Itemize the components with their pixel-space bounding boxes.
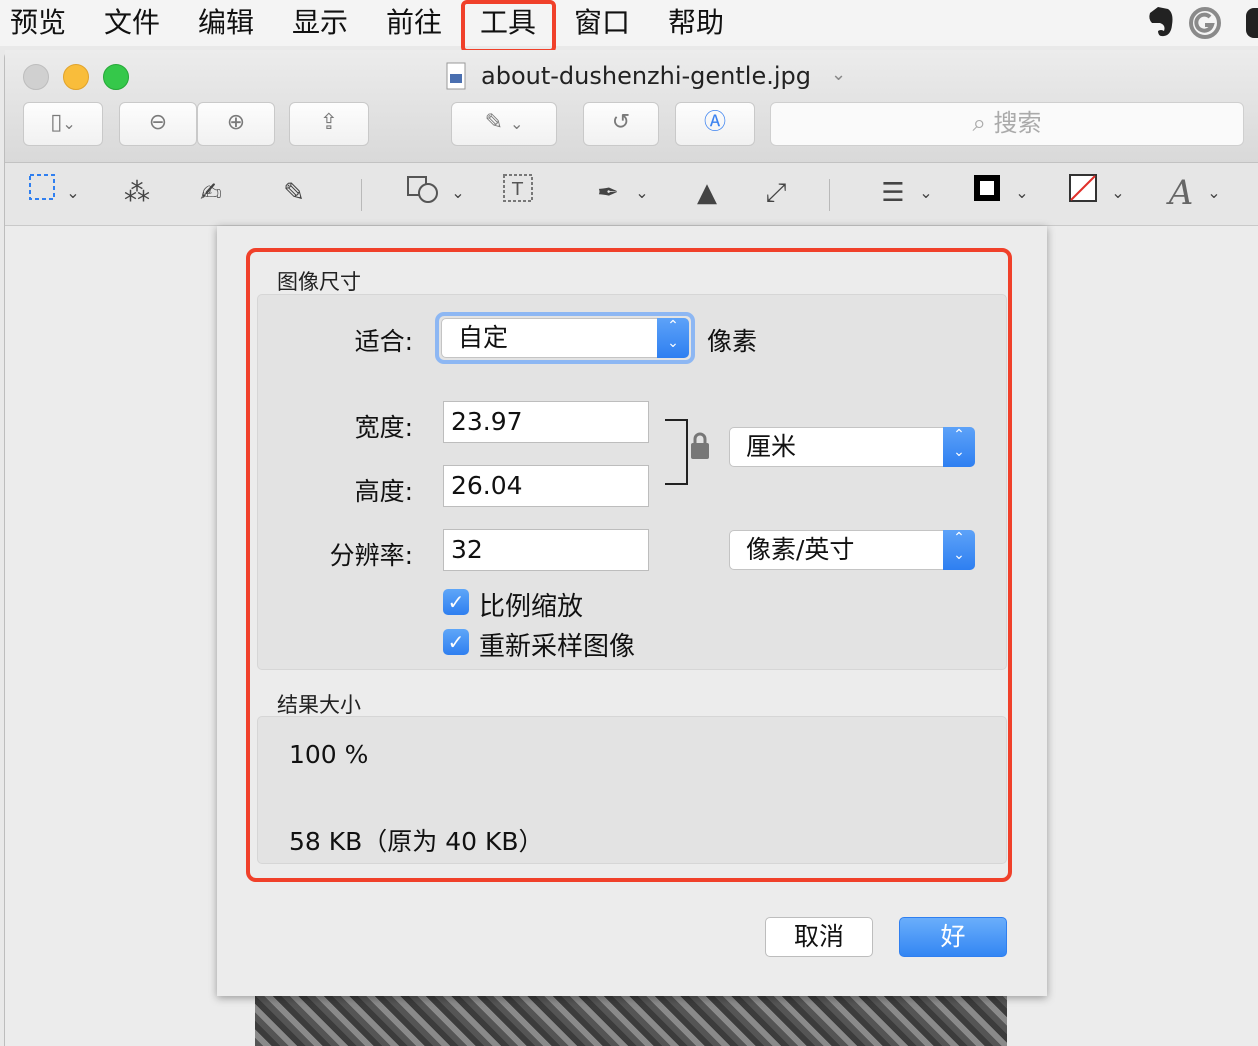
prism-icon: ▲	[697, 178, 717, 208]
magic-wand-icon: ⁂	[124, 178, 150, 208]
highlight-button[interactable]: ✎ ⌄	[451, 102, 557, 146]
shapes-button[interactable]	[405, 173, 441, 213]
sketch-icon: ✍	[200, 178, 222, 208]
adjust-size-button[interactable]: ⤢	[759, 173, 793, 213]
zoom-in-button[interactable]: ⊕	[197, 102, 275, 146]
partial-icon	[1246, 8, 1258, 38]
chevron-down-icon[interactable]: ⌄	[831, 64, 846, 85]
document-image	[255, 996, 1007, 1046]
border-color-icon	[974, 175, 1000, 201]
markup-toolbar-button[interactable]: Ⓐ	[675, 102, 755, 146]
border-color-button[interactable]	[971, 173, 1003, 213]
menu-window[interactable]: 窗口	[574, 4, 630, 42]
menu-go[interactable]: 前往	[386, 4, 442, 42]
title-bar: about-dushenzhi-gentle.jpg ⌄ ▯⌄ ⊖ ⊕ ⇪ ✎ …	[5, 50, 1258, 163]
share-icon: ⇪	[319, 110, 339, 135]
menu-bar: 预览 文件 编辑 显示 前往 工具 窗口 帮助	[0, 0, 1258, 53]
chevron-down-icon[interactable]: ⌄	[631, 173, 653, 213]
ok-button[interactable]: 好	[899, 917, 1007, 957]
chevron-down-icon: ⌄	[62, 114, 76, 133]
grammarly-icon[interactable]	[1188, 6, 1222, 40]
fill-color-button[interactable]	[1067, 173, 1099, 213]
sketch-button[interactable]: ✍	[189, 173, 233, 213]
chevron-down-icon[interactable]: ⌄	[1107, 173, 1129, 213]
menu-edit[interactable]: 编辑	[198, 4, 254, 42]
toolbar-divider	[361, 179, 362, 211]
adjust-color-button[interactable]: ▲	[685, 173, 729, 213]
menu-view[interactable]: 显示	[292, 4, 348, 42]
font-icon: A	[1168, 173, 1194, 213]
rect-selection-button[interactable]	[27, 173, 57, 213]
text-box-icon: T	[503, 174, 533, 202]
search-icon: ⌕	[972, 109, 986, 137]
dialog-highlight-box	[246, 248, 1012, 882]
window-title[interactable]: about-dushenzhi-gentle.jpg	[481, 58, 811, 94]
adjust-size-dialog: 图像尺寸 适合: 自定 ⌃ ⌄ 像素 宽度: 23.97 高度: 26.04 厘米…	[217, 226, 1047, 996]
rotate-button[interactable]: ↺	[583, 102, 659, 146]
chevron-down-icon[interactable]: ⌄	[447, 173, 469, 213]
signature-button[interactable]: ✒	[581, 173, 635, 213]
menu-file[interactable]: 文件	[104, 4, 160, 42]
chevron-down-icon: ⌄	[510, 114, 524, 133]
draw-icon: ✎	[283, 178, 305, 208]
zoom-out-icon: ⊖	[148, 110, 168, 135]
markup-icon: Ⓐ	[703, 110, 726, 135]
markup-toolbar: ⌄ ⁂ ✍ ✎ ⌄ T ✒ ⌄ ▲ ⤢ ☰ ⌄ ⌄ ⌄ A ⌄	[5, 163, 1258, 226]
search-field[interactable]: ⌕ 搜索	[770, 102, 1244, 146]
shapes-icon	[407, 176, 438, 203]
highlighter-icon: ✎	[484, 110, 504, 135]
jpg-file-icon	[446, 62, 466, 90]
toolbar-divider	[829, 179, 830, 211]
minimize-button[interactable]	[63, 64, 89, 90]
sidebar-button[interactable]: ▯⌄	[23, 102, 103, 146]
search-placeholder: 搜索	[993, 109, 1042, 137]
cancel-button[interactable]: 取消	[765, 917, 873, 957]
share-button[interactable]: ⇪	[289, 102, 369, 146]
evernote-icon[interactable]	[1144, 5, 1176, 39]
rotate-icon: ↺	[611, 110, 631, 135]
svg-text:T: T	[511, 179, 524, 200]
zoom-button[interactable]	[103, 64, 129, 90]
text-style-button[interactable]: A	[1165, 173, 1197, 213]
close-button[interactable]	[23, 64, 49, 90]
instant-alpha-button[interactable]: ⁂	[117, 173, 157, 213]
shape-style-button[interactable]: ☰	[877, 173, 909, 213]
draw-button[interactable]: ✎	[269, 173, 319, 213]
chevron-down-icon[interactable]: ⌄	[61, 173, 85, 213]
fill-color-icon	[1069, 174, 1097, 202]
text-box-button[interactable]: T	[501, 173, 535, 213]
rect-selection-icon	[29, 174, 55, 200]
line-style-icon: ☰	[881, 178, 905, 208]
menu-preview[interactable]: 预览	[10, 4, 66, 42]
tools-highlight-box	[461, 0, 556, 53]
chevron-down-icon[interactable]: ⌄	[1203, 173, 1225, 213]
sidebar-icon: ▯	[50, 110, 63, 135]
signature-icon: ✒	[597, 178, 619, 208]
resize-icon: ⤢	[765, 178, 787, 208]
chevron-down-icon[interactable]: ⌄	[1011, 173, 1033, 213]
chevron-down-icon[interactable]: ⌄	[915, 173, 937, 213]
zoom-in-icon: ⊕	[226, 110, 246, 135]
zoom-out-button[interactable]: ⊖	[119, 102, 197, 146]
menu-help[interactable]: 帮助	[668, 4, 724, 42]
